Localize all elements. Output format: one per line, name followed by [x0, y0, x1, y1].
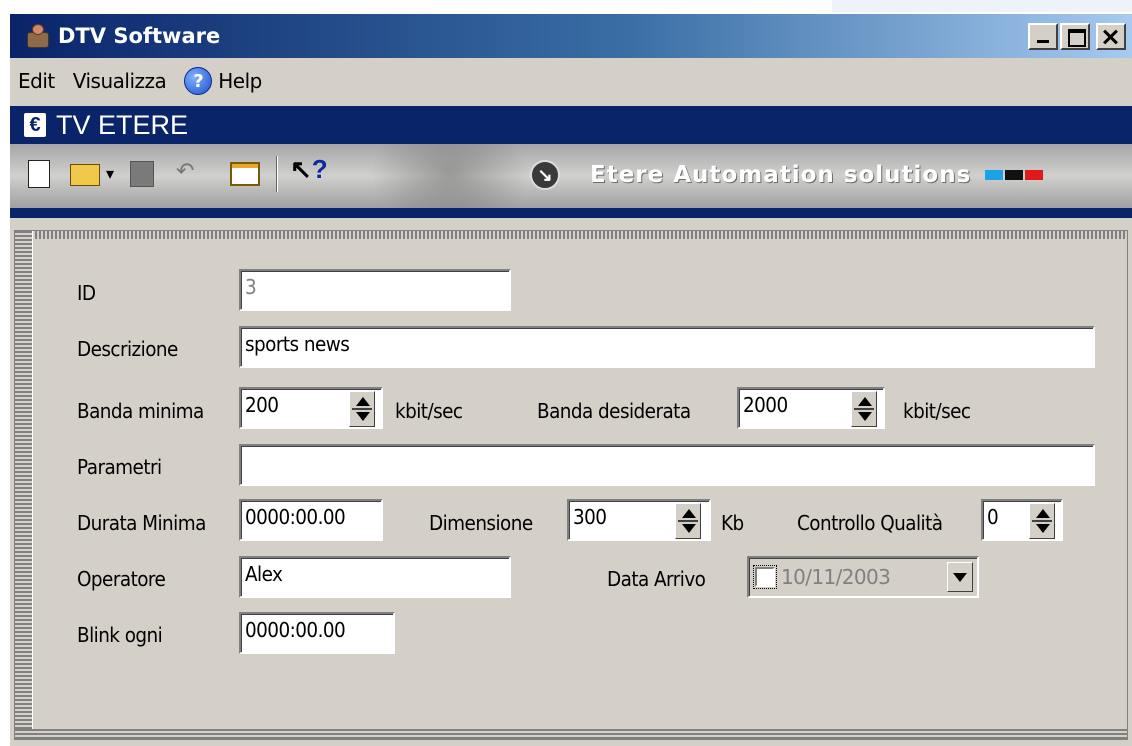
parametri-label: Parametri — [77, 455, 162, 479]
new-document-icon[interactable] — [28, 160, 50, 188]
data-arrivo-label: Data Arrivo — [607, 567, 706, 591]
chevron-down-icon[interactable] — [947, 562, 973, 592]
banda-desiderata-label: Banda desiderata — [537, 399, 691, 423]
durata-minima-label: Durata Minima — [77, 511, 206, 535]
etere-icon: € — [24, 113, 46, 137]
form-panel: ID 3 Descrizione sports news Banda minim… — [14, 230, 1128, 740]
data-arrivo-value: 10/11/2003 — [781, 565, 891, 589]
divider-strip — [10, 208, 1132, 218]
menu-edit[interactable]: Edit — [18, 69, 55, 93]
etere-bar-black — [1005, 170, 1024, 180]
etere-logo-text: Etere Automation solutions — [590, 162, 972, 188]
controllo-qualita-spinner[interactable] — [1029, 503, 1055, 539]
close-button[interactable] — [1096, 23, 1126, 50]
operatore-label: Operatore — [77, 567, 166, 591]
etere-bar-blue — [985, 170, 1004, 180]
calendar-icon[interactable] — [230, 162, 260, 186]
minimize-button[interactable] — [1028, 23, 1058, 50]
help-icon: ? — [184, 67, 213, 95]
menu-help-label: Help — [218, 69, 262, 93]
durata-minima-field[interactable]: 0000:00.00 — [239, 499, 383, 541]
id-field[interactable]: 3 — [239, 269, 511, 311]
blink-ogni-label: Blink ogni — [77, 623, 163, 647]
parametri-field[interactable] — [239, 444, 1095, 486]
dimensione-unit: Kb — [721, 511, 744, 535]
descrizione-label: Descrizione — [77, 337, 178, 361]
etere-bar-red — [1025, 170, 1044, 180]
menu-visualizza[interactable]: Visualizza — [73, 69, 167, 93]
controllo-qualita-label: Controllo Qualità — [797, 511, 943, 535]
maximize-button[interactable] — [1060, 23, 1090, 50]
chevron-down-icon[interactable]: ▾ — [106, 164, 114, 184]
id-label: ID — [77, 281, 96, 305]
dimensione-label: Dimensione — [429, 511, 533, 535]
dimensione-spinner[interactable] — [675, 503, 701, 539]
toolbar-separator — [276, 156, 278, 192]
descrizione-field[interactable]: sports news — [239, 326, 1095, 368]
data-arrivo-checkbox[interactable] — [753, 565, 777, 589]
etere-color-bars — [985, 170, 1044, 180]
undo-icon[interactable]: ↶ — [176, 158, 194, 184]
blink-ogni-field[interactable]: 0000:00.00 — [239, 612, 395, 654]
open-folder-icon[interactable] — [70, 164, 100, 186]
banda-desiderata-spinner[interactable] — [851, 391, 877, 427]
arrow-circle-icon: ↘ — [530, 160, 560, 190]
banda-desiderata-unit: kbit/sec — [903, 399, 971, 423]
context-help-icon[interactable]: ↖? — [290, 154, 328, 185]
banda-minima-spinner[interactable] — [349, 391, 375, 427]
module-title: TV ETERE — [56, 109, 189, 140]
app-window: DTV Software Edit Visualizza ? Help € TV… — [8, 12, 1132, 746]
toolbar: ▾ ↶ ↖? ↘ Etere Automation solutions — [10, 144, 1132, 208]
operatore-field[interactable]: Alex — [239, 556, 511, 598]
title-bar[interactable]: DTV Software — [10, 14, 1132, 58]
module-banner: € TV ETERE — [10, 106, 1132, 144]
window-title: DTV Software — [58, 24, 221, 48]
banda-minima-unit: kbit/sec — [395, 399, 463, 423]
banda-minima-label: Banda minima — [77, 399, 204, 423]
save-icon[interactable] — [130, 161, 154, 187]
menu-help[interactable]: ? Help — [184, 67, 262, 95]
etere-logo: ↘ Etere Automation solutions — [530, 160, 1044, 190]
app-icon — [24, 22, 52, 50]
menu-bar: Edit Visualizza ? Help — [10, 58, 1132, 104]
data-arrivo-picker[interactable]: 10/11/2003 — [747, 556, 979, 598]
panel-grip[interactable] — [15, 231, 33, 739]
